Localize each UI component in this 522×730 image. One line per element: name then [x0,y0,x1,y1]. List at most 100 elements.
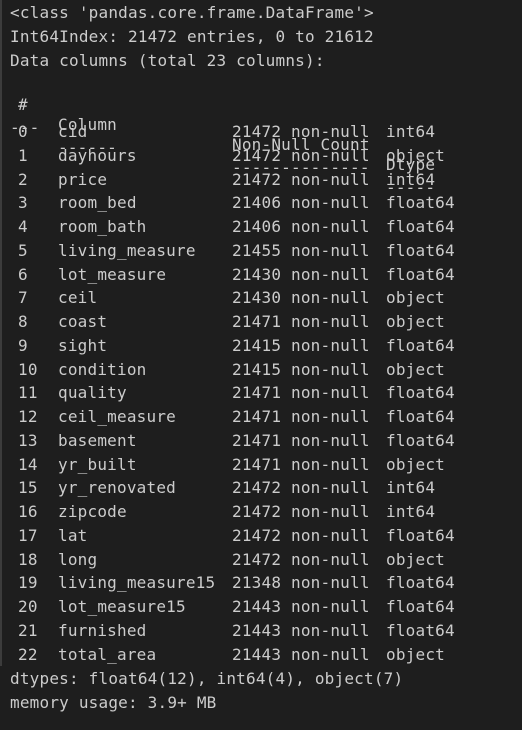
row-index: 3 [18,193,28,213]
table-row: 14 yr_built 21471 non-null object [0,455,522,475]
row-index: 0 [18,122,28,141]
row-dtype: float64 [386,335,455,355]
row-dtype: object [386,644,445,664]
table-row: 8 coast 21471 non-null object [0,312,522,332]
table-row: 16 zipcode 21472 non-null int64 [0,502,522,522]
row-non-null-count: 21471 non-null [232,312,370,331]
index-line: Int64Index: 21472 entries, 0 to 21612 [10,27,374,46]
row-non-null-count: 21415 non-null [232,335,370,355]
memory-usage-line: memory usage: 3.9+ MB [10,693,217,712]
table-row: 10 condition 21415 non-null object [0,360,522,380]
row-dtype: object [386,312,445,331]
row-index: 12 [18,407,38,426]
table-row: 11 quality 21471 non-null float64 [0,383,522,403]
row-column-name: ceil_measure [58,407,176,426]
row-dtype: float64 [386,407,455,426]
row-index: 6 [18,264,28,284]
row-dtype: float64 [386,620,455,640]
row-index: 1 [18,145,28,165]
row-dtype: float64 [386,573,455,593]
row-non-null-count: 21472 non-null [232,525,370,545]
row-dtype: int64 [386,122,436,141]
row-non-null-count: 21415 non-null [232,359,370,379]
table-row: 13 basement 21471 non-null float64 [0,431,522,451]
row-dtype: object [386,288,445,308]
row-index: 11 [18,383,38,403]
dtypes-line: dtypes: float64(12), int64(4), object(7) [10,669,404,688]
row-index: 5 [18,240,28,260]
row-index: 4 [18,217,28,236]
row-dtype: object [386,359,445,379]
table-row: 7 ceil 21430 non-null object [0,288,522,308]
row-dtype: float64 [386,597,455,616]
row-dtype: object [386,454,445,474]
table-row: 17 lat 21472 non-null float64 [0,526,522,546]
row-dtype: float64 [386,240,455,260]
notebook-output-area: <class 'pandas.core.frame.DataFrame'> In… [0,0,522,730]
table-row: 15 yr_renovated 21472 non-null int64 [0,478,522,498]
row-column-name: lot_measure [58,264,167,284]
row-column-name: zipcode [58,502,127,521]
table-row: 0 cid 21472 non-null int64 [0,122,522,142]
row-column-name: dayhours [58,145,137,165]
row-dtype: int64 [386,502,436,521]
row-non-null-count: 21471 non-null [232,407,370,426]
row-column-name: sight [58,335,108,355]
row-non-null-count: 21472 non-null [232,122,370,141]
row-non-null-count: 21472 non-null [232,169,370,189]
row-index: 21 [18,620,38,640]
row-column-name: lat [58,525,88,545]
row-column-name: room_bed [58,193,137,213]
row-column-name: cid [58,122,88,141]
row-index: 22 [18,644,38,664]
row-dtype: float64 [386,525,455,545]
row-non-null-count: 21455 non-null [232,240,370,260]
row-index: 17 [18,525,38,545]
row-column-name: long [58,549,98,569]
row-index: 15 [18,478,38,498]
row-index: 14 [18,454,38,474]
class-line: <class 'pandas.core.frame.DataFrame'> [10,3,374,22]
row-non-null-count: 21406 non-null [232,193,370,213]
row-non-null-count: 21471 non-null [232,383,370,403]
table-row: 5 living_measure 21455 non-null float64 [0,241,522,261]
row-index: 9 [18,335,28,355]
row-dtype: object [386,145,445,165]
row-column-name: lot_measure15 [58,597,186,616]
table-row: 6 lot_measure 21430 non-null float64 [0,265,522,285]
row-column-name: ceil [58,288,98,308]
row-column-name: yr_renovated [58,478,176,498]
row-non-null-count: 21472 non-null [232,502,370,521]
row-column-name: total_area [58,644,157,664]
row-non-null-count: 21472 non-null [232,478,370,498]
row-dtype: int64 [386,478,436,498]
row-column-name: yr_built [58,454,137,474]
row-index: 20 [18,597,38,616]
row-non-null-count: 21472 non-null [232,145,370,165]
row-dtype: float64 [386,430,455,450]
table-row: 19 living_measure15 21348 non-null float64 [0,573,522,593]
row-index: 16 [18,502,38,521]
row-column-name: living_measure15 [58,573,216,593]
table-row: 3 room_bed 21406 non-null float64 [0,193,522,213]
table-row: 9 sight 21415 non-null float64 [0,336,522,356]
table-row: 20 lot_measure15 21443 non-null float64 [0,597,522,617]
row-non-null-count: 21471 non-null [232,454,370,474]
row-non-null-count: 21443 non-null [232,644,370,664]
table-row: 21 furnished 21443 non-null float64 [0,621,522,641]
table-row: 12 ceil_measure 21471 non-null float64 [0,407,522,427]
row-non-null-count: 21348 non-null [232,573,370,593]
row-non-null-count: 21430 non-null [232,288,370,308]
table-row: 1 dayhours 21472 non-null object [0,146,522,166]
table-row: 18 long 21472 non-null object [0,550,522,570]
table-row: 4 room_bath 21406 non-null float64 [0,217,522,237]
row-non-null-count: 21443 non-null [232,597,370,616]
row-index: 10 [18,359,38,379]
row-column-name: coast [58,312,108,331]
row-dtype: int64 [386,169,436,189]
row-column-name: condition [58,359,147,379]
row-dtype: object [386,549,445,569]
row-non-null-count: 21443 non-null [232,620,370,640]
row-column-name: room_bath [58,217,147,236]
row-non-null-count: 21471 non-null [232,430,370,450]
